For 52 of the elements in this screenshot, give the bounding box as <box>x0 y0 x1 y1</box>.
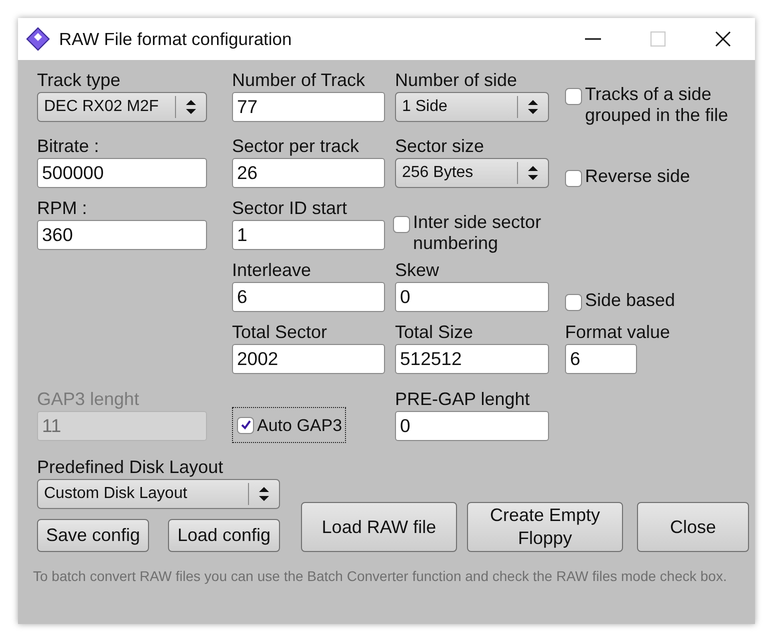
total-size-field[interactable]: 512512 <box>395 344 549 374</box>
field-label: Sector per track <box>232 136 360 156</box>
load-raw-file-button[interactable]: Load RAW file <box>301 502 457 552</box>
auto-gap3-checkbox[interactable]: Auto GAP3 <box>232 407 346 443</box>
field-label: Track type <box>37 70 122 90</box>
checkbox-label: Inter side sector numbering <box>413 212 542 254</box>
sector-id-start-field[interactable]: 1 <box>232 220 385 250</box>
disk-layout-dropdown[interactable]: Custom Disk Layout <box>37 479 280 509</box>
checkbox[interactable] <box>565 88 582 105</box>
checkbox-label: Reverse side <box>585 166 690 187</box>
number-of-side-dropdown[interactable]: 1 Side <box>395 92 549 122</box>
save-config-button[interactable]: Save config <box>37 519 149 552</box>
field-label: Skew <box>395 260 440 280</box>
skew-field[interactable]: 0 <box>395 282 549 312</box>
pre-gap-field[interactable]: 0 <box>395 411 549 441</box>
field-label: Format value <box>565 322 672 342</box>
field-label: RPM : <box>37 198 88 218</box>
interleave-field[interactable]: 6 <box>232 282 385 312</box>
field-label: Total Size <box>395 322 474 342</box>
sector-size-dropdown[interactable]: 256 Bytes <box>395 158 549 188</box>
checkbox-label: Side based <box>585 290 676 311</box>
checkbox-label: Auto GAP3 <box>257 414 342 436</box>
floppy-diamond-icon <box>26 27 50 51</box>
track-type-dropdown[interactable]: DEC RX02 M2F <box>37 92 207 122</box>
total-sector-field[interactable]: 2002 <box>232 344 385 374</box>
close-icon[interactable] <box>713 29 733 49</box>
field-label: PRE-GAP lenght <box>395 389 531 409</box>
field-label: Number of side <box>395 70 518 90</box>
field-label: GAP3 lenght <box>37 389 140 409</box>
load-config-button[interactable]: Load config <box>168 519 280 552</box>
field-label: Bitrate : <box>37 136 100 156</box>
field-label: Interleave <box>232 260 312 280</box>
field-label: Sector size <box>395 136 486 156</box>
checkbox-label: Tracks of a side grouped in the file <box>585 84 730 126</box>
sector-per-track-field[interactable]: 26 <box>232 158 385 188</box>
window-title: RAW File format configuration <box>59 28 292 50</box>
hint-text: To batch convert RAW files you can use the Batch Converter function and check the RAW files mode check box. <box>33 567 728 586</box>
field-label: Number of Track <box>232 70 366 90</box>
format-value-field[interactable]: 6 <box>565 344 637 374</box>
check-icon <box>240 419 252 431</box>
checkbox[interactable] <box>565 294 582 311</box>
number-of-track-field[interactable]: 77 <box>232 92 385 122</box>
close-button[interactable]: Close <box>637 502 749 552</box>
bitrate-field[interactable]: 500000 <box>37 158 207 188</box>
checkbox[interactable] <box>393 216 410 233</box>
checkbox[interactable] <box>565 170 582 187</box>
checkbox[interactable] <box>237 416 254 434</box>
field-label: Sector ID start <box>232 198 348 218</box>
rpm-field[interactable]: 360 <box>37 220 207 250</box>
create-empty-floppy-button[interactable]: Create Empty Floppy <box>467 502 623 552</box>
field-label: Total Sector <box>232 322 328 342</box>
field-label: Predefined Disk Layout <box>37 457 224 477</box>
